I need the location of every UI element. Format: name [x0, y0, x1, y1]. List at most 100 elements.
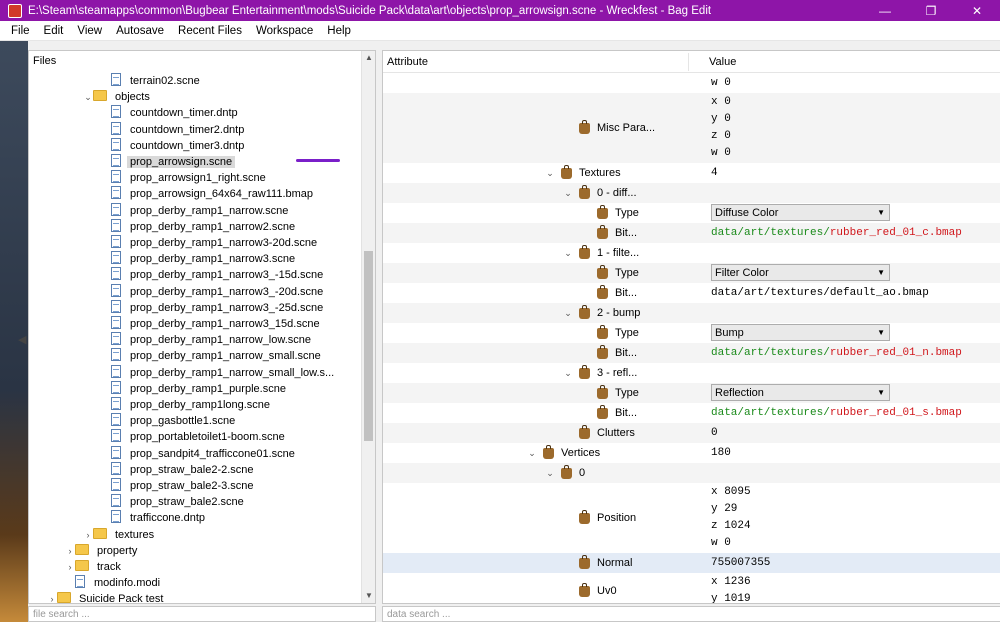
property-value[interactable]: data/art/textures/default_ao.bmap [711, 283, 929, 303]
tree-file[interactable]: prop_derby_ramp1_narrow3_-20d.scne [29, 283, 361, 300]
property-value[interactable]: 0 [711, 423, 718, 443]
file-search-input[interactable]: file search ... [28, 606, 376, 622]
property-row[interactable]: Bit... data/art/textures/rubber_red_01_c.… [383, 223, 1000, 243]
chevron-right-icon[interactable]: › [47, 591, 57, 603]
property-row[interactable]: ⌄ 1 - filte... [383, 243, 1000, 263]
chevron-right-icon[interactable]: › [65, 543, 75, 559]
tree-file[interactable]: prop_derby_ramp1_narrow3_-25d.scne [29, 299, 361, 316]
texture-type-select[interactable]: Diffuse Color ▼ [711, 204, 890, 221]
column-divider[interactable] [688, 53, 689, 71]
dropdown-arrow-icon[interactable]: ▼ [877, 385, 885, 400]
property-row[interactable]: ⌄ 2 - bump [383, 303, 1000, 323]
tree-folder[interactable]: › textures [29, 527, 361, 543]
chevron-down-icon[interactable]: ⌄ [563, 248, 573, 259]
tree-file[interactable]: prop_derby_ramp1_narrow3_-15d.scne [29, 267, 361, 283]
chevron-down-icon[interactable]: ⌄ [545, 168, 555, 179]
file-tree[interactable]: terrain02.scne ⌄ objects countdown_timer.dn… [29, 71, 361, 603]
tree-file[interactable]: prop_sandpit4_trafficcone01.scne [29, 445, 361, 462]
property-value[interactable]: x 8095 y 29 z 1024 w 0 [711, 483, 751, 553]
property-row[interactable]: ⌄ 3 - refl... [383, 363, 1000, 383]
tree-file[interactable]: prop_straw_bale2-3.scne [29, 478, 361, 494]
property-row[interactable]: Uv0 x 1236 y 1019 [383, 573, 1000, 603]
property-row[interactable]: Misc Para... x 0 y 0 z 0 w 0 [383, 93, 1000, 163]
texture-type-select[interactable]: Bump ▼ [711, 324, 890, 341]
property-row[interactable]: ⌄ Textures 4 [383, 163, 1000, 183]
tree-file[interactable]: modinfo.modi [29, 575, 361, 591]
menu-recent-files[interactable]: Recent Files [171, 21, 249, 41]
chevron-right-icon[interactable]: › [83, 527, 93, 543]
menu-file[interactable]: File [4, 21, 37, 41]
data-search-input[interactable]: data search ... [382, 606, 1000, 622]
tree-file[interactable]: countdown_timer.dntp [29, 105, 361, 121]
property-value[interactable]: w 0 [711, 73, 731, 93]
property-row[interactable]: Bit... data/art/textures/rubber_red_01_s.… [383, 403, 1000, 423]
chevron-down-icon[interactable]: ⌄ [527, 448, 537, 459]
tree-file[interactable]: prop_derby_ramp1_narrow3-20d.scne [29, 235, 361, 251]
property-row[interactable]: Type Filter Color ▼ [383, 263, 1000, 283]
property-value[interactable]: 180 [711, 443, 731, 463]
property-value[interactable]: x 0 y 0 z 0 w 0 [711, 93, 731, 163]
menu-edit[interactable]: Edit [37, 21, 71, 41]
dropdown-arrow-icon[interactable]: ▼ [877, 265, 885, 280]
tree-file[interactable]: prop_arrowsign_64x64_raw111.bmap [29, 186, 361, 202]
dropdown-arrow-icon[interactable]: ▼ [877, 325, 885, 340]
property-row[interactable]: Normal 755007355 [383, 553, 1000, 573]
tree-folder[interactable]: ⌄ objects [29, 89, 361, 105]
tree-file[interactable]: countdown_timer2.dntp [29, 121, 361, 138]
tree-file[interactable]: prop_gasbottle1.scne [29, 413, 361, 429]
tree-file[interactable]: prop_derby_ramp1long.scne [29, 397, 361, 413]
tree-file[interactable]: terrain02.scne [29, 73, 361, 89]
property-value[interactable]: data/art/textures/rubber_red_01_c.bmap [711, 223, 962, 243]
property-value[interactable]: 4 [711, 163, 718, 183]
tree-file[interactable]: prop_derby_ramp1_narrow.scne [29, 202, 361, 219]
property-value[interactable]: 755007355 [711, 553, 770, 573]
tree-file[interactable]: prop_straw_bale2.scne [29, 494, 361, 510]
files-scrollbar[interactable]: ▲ ▼ [361, 51, 375, 603]
minimize-button[interactable]: — [862, 0, 908, 21]
title-bar[interactable]: E:\Steam\steamapps\common\Bugbear Entert… [0, 0, 1000, 21]
property-row[interactable]: ⌄ 0 - diff... [383, 183, 1000, 203]
tree-file[interactable]: prop_derby_ramp1_narrow_low.scne [29, 332, 361, 348]
close-button[interactable]: ✕ [954, 0, 1000, 21]
texture-type-select[interactable]: Reflection ▼ [711, 384, 890, 401]
property-value[interactable]: x 1236 y 1019 [711, 573, 751, 603]
tree-folder[interactable]: › property [29, 543, 361, 559]
menu-workspace[interactable]: Workspace [249, 21, 320, 41]
property-row[interactable]: ⌄ Vertices 180 [383, 443, 1000, 463]
chevron-down-icon[interactable]: ⌄ [563, 368, 573, 379]
tree-file[interactable]: prop_arrowsign.scne [29, 154, 361, 170]
property-row[interactable]: Type Reflection ▼ [383, 383, 1000, 403]
tree-file[interactable]: countdown_timer3.dntp [29, 137, 361, 154]
column-attribute[interactable]: Attribute [387, 56, 428, 68]
column-value[interactable]: Value [709, 56, 736, 68]
tree-file[interactable]: prop_derby_ramp1_narrow3.scne [29, 251, 361, 267]
texture-type-select[interactable]: Filter Color ▼ [711, 264, 890, 281]
tree-file[interactable]: prop_straw_bale2-2.scne [29, 461, 361, 478]
menu-autosave[interactable]: Autosave [109, 21, 171, 41]
chevron-down-icon[interactable]: ⌄ [545, 468, 555, 479]
dropdown-arrow-icon[interactable]: ▼ [877, 205, 885, 220]
scroll-down-icon[interactable]: ▼ [362, 589, 376, 603]
tree-file[interactable]: prop_arrowsign1_right.scne [29, 170, 361, 186]
scroll-up-icon[interactable]: ▲ [362, 51, 376, 65]
maximize-button[interactable]: ❐ [908, 0, 954, 21]
menu-view[interactable]: View [70, 21, 109, 41]
property-row[interactable]: Type Diffuse Color ▼ [383, 203, 1000, 223]
scroll-thumb[interactable] [364, 251, 373, 441]
tree-file[interactable]: prop_derby_ramp1_narrow3_15d.scne [29, 316, 361, 332]
chevron-right-icon[interactable]: › [65, 559, 75, 575]
property-value[interactable]: data/art/textures/rubber_red_01_s.bmap [711, 403, 962, 423]
tree-file[interactable]: prop_derby_ramp1_purple.scne [29, 380, 361, 397]
property-row[interactable]: Bit... data/art/textures/rubber_red_01_n.… [383, 343, 1000, 363]
collapse-left-icon[interactable]: ◀ [18, 333, 26, 346]
property-row[interactable]: Clutters 0 [383, 423, 1000, 443]
chevron-down-icon[interactable]: ⌄ [83, 89, 93, 105]
property-row[interactable]: Bit... data/art/textures/default_ao.bmap [383, 283, 1000, 303]
property-row[interactable]: ⌄ 0 [383, 463, 1000, 483]
tree-folder[interactable]: › Suicide Pack test [29, 591, 361, 603]
tree-file[interactable]: prop_portabletoilet1-boom.scne [29, 429, 361, 445]
tree-file[interactable]: trafficcone.dntp [29, 510, 361, 526]
tree-folder[interactable]: › track [29, 559, 361, 575]
property-row[interactable]: Type Bump ▼ [383, 323, 1000, 343]
tree-file[interactable]: prop_derby_ramp1_narrow_small.scne [29, 348, 361, 364]
